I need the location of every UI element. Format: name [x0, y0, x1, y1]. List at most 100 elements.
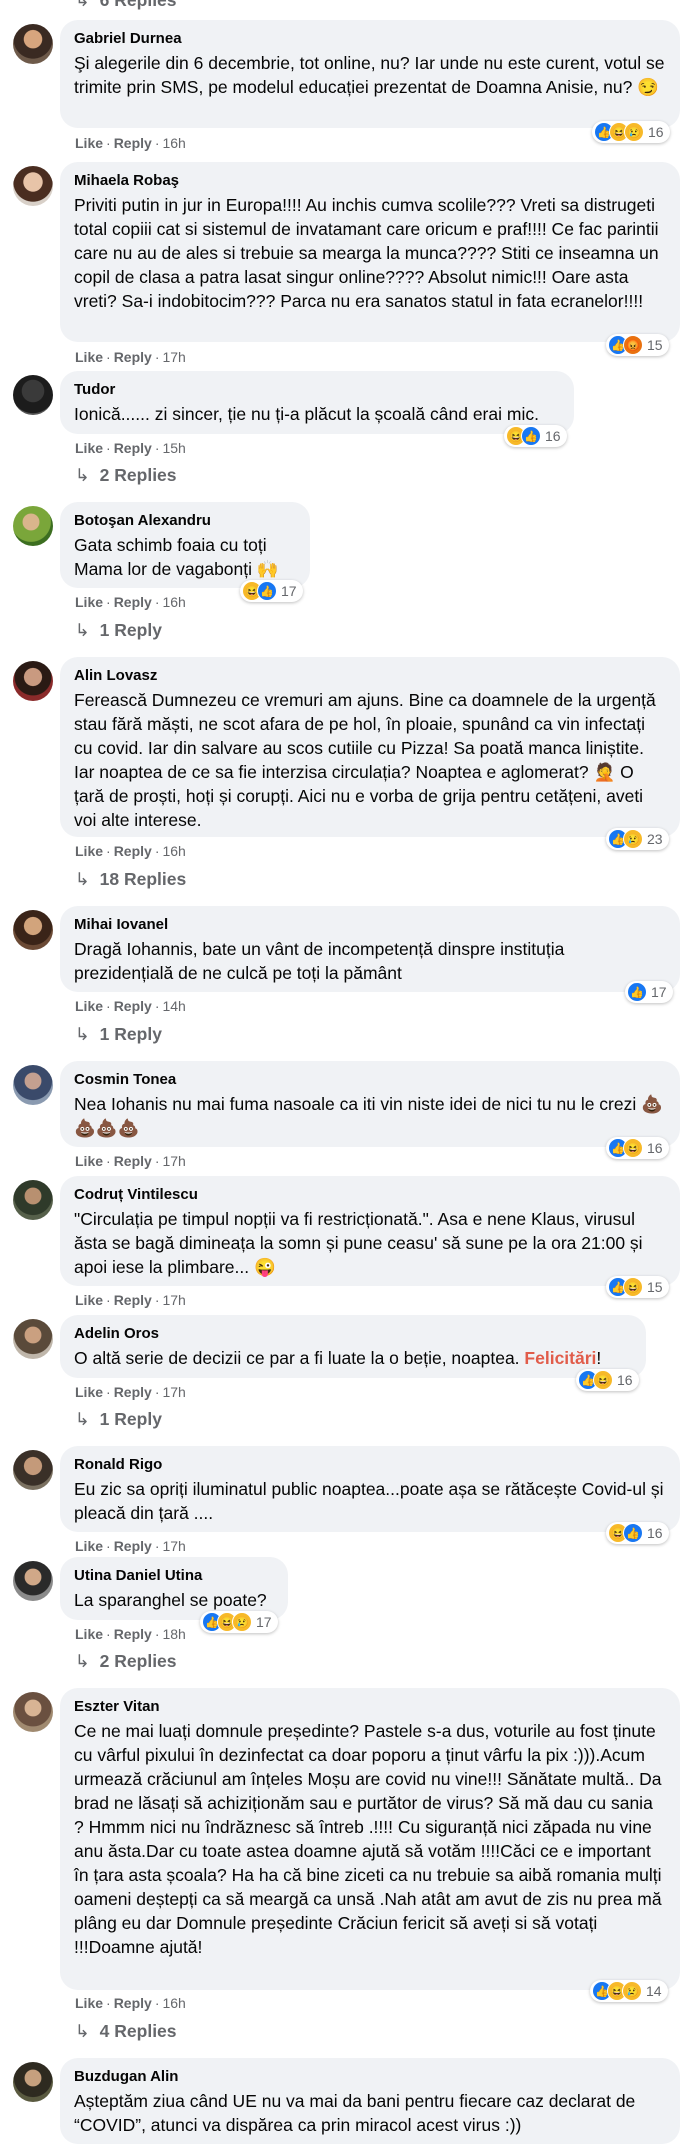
like-button[interactable]: Like [75, 1538, 103, 1554]
reply-button[interactable]: Reply [114, 440, 152, 456]
comment-time[interactable]: 16h [162, 1995, 185, 2011]
avatar[interactable] [13, 1561, 53, 1601]
comment-time[interactable]: 16h [162, 135, 185, 151]
comment-actions: Like · Reply · 14h [75, 998, 186, 1014]
comment-bubble: Mihaela Robaş Priviti putin in jur in Eu… [60, 162, 680, 342]
comment-time[interactable]: 17h [162, 1538, 185, 1554]
reaction-count: 16 [647, 1140, 663, 1156]
comment-time[interactable]: 18h [162, 1626, 185, 1642]
comment-author[interactable]: Mihai Iovanel [74, 916, 666, 934]
view-replies-link[interactable]: ↳ 1 Reply [75, 620, 162, 641]
reactions-summary[interactable]: 👍 😆 16 [576, 1369, 639, 1391]
comment-author[interactable]: Eszter Vitan [74, 1698, 666, 1716]
avatar[interactable] [13, 661, 53, 701]
avatar[interactable] [13, 1450, 53, 1490]
comment-author[interactable]: Gabriel Durnea [74, 30, 666, 48]
reply-button[interactable]: Reply [114, 1292, 152, 1308]
comment-time[interactable]: 17h [162, 349, 185, 365]
reactions-summary[interactable]: 👍 😆 😢 14 [590, 1980, 668, 2002]
like-button[interactable]: Like [75, 349, 103, 365]
like-reaction-icon: 👍 [623, 1523, 643, 1543]
like-button[interactable]: Like [75, 135, 103, 151]
avatar[interactable] [13, 1065, 53, 1105]
comment-time[interactable]: 17h [162, 1153, 185, 1169]
like-button[interactable]: Like [75, 1626, 103, 1642]
comment-author[interactable]: Tudor [74, 381, 560, 399]
comment-actions: Like · Reply · 17h [75, 1292, 186, 1308]
comment-time[interactable]: 14h [162, 998, 185, 1014]
view-replies-link[interactable]: ↳ 18 Replies [75, 869, 186, 890]
like-button[interactable]: Like [75, 1292, 103, 1308]
comment-author[interactable]: Alin Lovasz [74, 667, 666, 685]
comment-bubble: Mihai Iovanel Dragă Iohannis, bate un vâ… [60, 906, 680, 992]
avatar[interactable] [13, 24, 53, 64]
comment-time[interactable]: 17h [162, 1384, 185, 1400]
reactions-summary[interactable]: 👍 😆 15 [606, 1276, 669, 1298]
view-replies-link[interactable]: ↳ 4 Replies [75, 2021, 177, 2042]
reactions-summary[interactable]: 👍 😆 😢 16 [592, 121, 670, 143]
avatar[interactable] [13, 1319, 53, 1359]
like-button[interactable]: Like [75, 440, 103, 456]
like-button[interactable]: Like [75, 1995, 103, 2011]
reactions-summary[interactable]: 👍 😆 16 [606, 1137, 669, 1159]
reaction-count: 16 [545, 428, 561, 444]
reply-button[interactable]: Reply [114, 594, 152, 610]
view-replies-link[interactable]: ↳ 2 Replies [75, 1651, 177, 1672]
reaction-count: 15 [647, 1279, 663, 1295]
comment-bubble: Tudor Ionică...... zi sincer, ție nu ți-… [60, 371, 574, 434]
reactions-summary[interactable]: 👍 😆 😢 17 [200, 1611, 278, 1633]
reply-button[interactable]: Reply [114, 1384, 152, 1400]
reply-button[interactable]: Reply [114, 1626, 152, 1642]
comment-author[interactable]: Ronald Rigo [74, 1456, 666, 1474]
comment-time[interactable]: 15h [162, 440, 185, 456]
comment-author[interactable]: Botoşan Alexandru [74, 512, 296, 530]
avatar[interactable] [13, 375, 53, 415]
highlighted-word: Felicitări [524, 1348, 597, 1368]
comment-author[interactable]: Mihaela Robaş [74, 172, 666, 190]
reply-button[interactable]: Reply [114, 1995, 152, 2011]
like-button[interactable]: Like [75, 998, 103, 1014]
reactions-summary[interactable]: 👍 17 [625, 981, 673, 1003]
view-replies-link[interactable]: ↳ 1 Reply [75, 1409, 162, 1430]
comment-author[interactable]: Cosmin Tonea [74, 1071, 666, 1089]
reply-button[interactable]: Reply [114, 135, 152, 151]
reaction-count: 14 [646, 1983, 662, 1999]
like-button[interactable]: Like [75, 843, 103, 859]
reactions-summary[interactable]: 👍 😢 23 [606, 828, 669, 850]
reactions-summary[interactable]: 😆 👍 16 [504, 425, 567, 447]
avatar[interactable] [13, 1692, 53, 1732]
comment-text: Nea Iohanis nu mai fuma nasoale ca iti v… [74, 1094, 663, 1138]
avatar[interactable] [13, 506, 53, 546]
avatar[interactable] [13, 1180, 53, 1220]
avatar[interactable] [13, 910, 53, 950]
reply-button[interactable]: Reply [114, 349, 152, 365]
comment-text: Eu zic sa opriți iluminatul public noapt… [74, 1479, 669, 1523]
comment-time[interactable]: 16h [162, 594, 185, 610]
view-replies-link[interactable]: ↳ 1 Reply [75, 1024, 162, 1045]
comment-author[interactable]: Buzdugan Alin [74, 2068, 666, 2086]
reply-button[interactable]: Reply [114, 1538, 152, 1554]
reactions-summary[interactable]: 👍 😡 15 [606, 334, 669, 356]
comment-time[interactable]: 16h [162, 843, 185, 859]
comment-author[interactable]: Codruț Vintilescu [74, 1186, 666, 1204]
like-button[interactable]: Like [75, 594, 103, 610]
comment-author[interactable]: Adelin Oros [74, 1325, 632, 1343]
like-button[interactable]: Like [75, 1384, 103, 1400]
angry-reaction-icon: 😡 [623, 335, 643, 355]
reactions-summary[interactable]: 😆 👍 17 [240, 580, 303, 602]
comment-actions: Like · Reply · 17h [75, 1153, 186, 1169]
view-replies-link[interactable]: ↳ 2 Replies [75, 465, 177, 486]
like-button[interactable]: Like [75, 1153, 103, 1169]
reply-button[interactable]: Reply [114, 843, 152, 859]
avatar[interactable] [13, 166, 53, 206]
reaction-count: 16 [617, 1372, 633, 1388]
comment-actions: Like · Reply · 18h [75, 1626, 186, 1642]
reply-button[interactable]: Reply [114, 998, 152, 1014]
reply-button[interactable]: Reply [114, 1153, 152, 1169]
comment-author[interactable]: Utina Daniel Utina [74, 1567, 274, 1585]
reactions-summary[interactable]: 😆 👍 16 [606, 1522, 669, 1544]
view-replies-link[interactable]: ↳ 6 Replies [75, 0, 177, 11]
avatar[interactable] [13, 2062, 53, 2102]
comment-text: Ferească Dumnezeu ce vremuri am ajuns. B… [74, 690, 661, 830]
comment-time[interactable]: 17h [162, 1292, 185, 1308]
